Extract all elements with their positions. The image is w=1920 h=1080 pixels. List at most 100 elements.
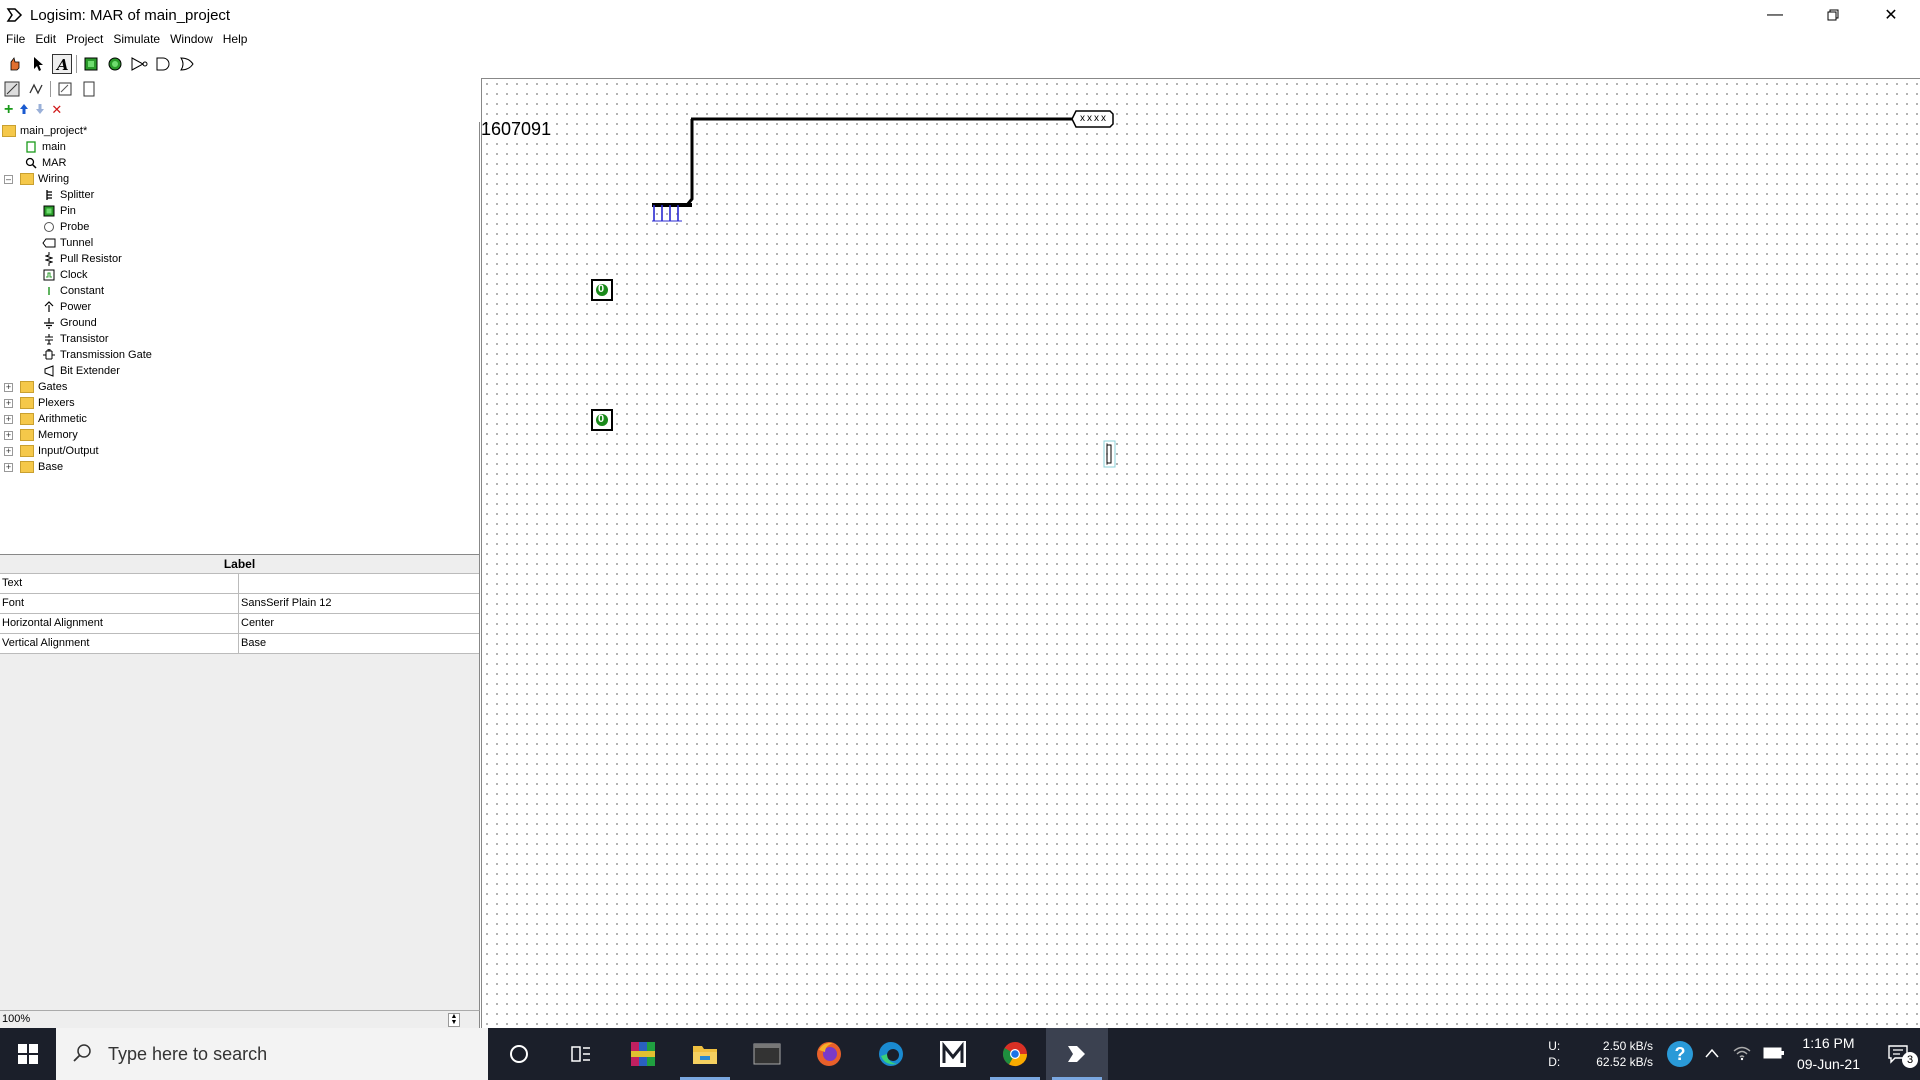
expand-input-output-icon[interactable]: + [4,447,13,456]
tree-item-constant[interactable]: Constant [42,283,104,299]
menu-edit[interactable]: Edit [31,32,60,46]
pin-1-value: 0 [598,283,605,295]
tunnel-icon [42,236,56,250]
add-circuit-icon[interactable]: + [4,102,13,118]
menu-file[interactable]: File [2,32,29,46]
tree-folder-wiring[interactable]: Wiring [20,171,69,187]
tree-folder-input-output[interactable]: Input/Output [20,443,99,459]
logisim-taskbar-icon[interactable] [1046,1028,1108,1080]
tree-item-pull-resistor[interactable]: Pull Resistor [42,251,122,267]
cortana-icon[interactable] [488,1028,550,1080]
tree-item-clock[interactable]: Clock [42,267,88,283]
expand-memory-icon[interactable]: + [4,431,13,440]
folder-icon [20,173,34,185]
not-gate-icon[interactable] [129,54,149,74]
zoom-spinner-icon[interactable]: ▲ ▼ [448,1013,460,1027]
collapse-wiring-icon[interactable]: – [4,175,13,184]
pin-icon [42,204,56,218]
toolbox-view-icon[interactable] [2,79,22,99]
expand-arithmetic-icon[interactable]: + [4,415,13,424]
tree-folder-gates[interactable]: Gates [20,379,67,395]
edit-layout-icon[interactable] [55,79,75,99]
tree-folder-memory[interactable]: Memory [20,427,78,443]
taskbar-search-box[interactable]: Type here to search [56,1028,488,1080]
menu-project[interactable]: Project [62,32,107,46]
attr-row-horizontal-alignment[interactable]: Horizontal Alignment Center [0,614,479,634]
tree-item-pin[interactable]: Pin [42,203,76,219]
item-label: Pull Resistor [60,253,122,265]
attr-row-text[interactable]: Text [0,574,479,594]
attr-key: Font [0,594,239,613]
chrome-icon[interactable] [984,1028,1046,1080]
battery-icon[interactable] [1763,1047,1785,1062]
tree-item-bit-extender[interactable]: Bit Extender [42,363,120,379]
probe-icon [42,220,56,234]
task-view-icon[interactable] [550,1028,612,1080]
selected-label-marker[interactable] [1103,440,1116,468]
firefox-icon[interactable] [798,1028,860,1080]
expand-plexers-icon[interactable]: + [4,399,13,408]
or-gate-icon[interactable] [177,54,197,74]
tree-project-root[interactable]: main_project* [2,123,87,139]
folder-icon [20,445,34,457]
tree-item-tunnel[interactable]: Tunnel [42,235,93,251]
add-output-pin-icon[interactable] [105,54,125,74]
zoom-bar: 100% ▲ ▼ [0,1010,480,1028]
tree-item-transmission-gate[interactable]: Transmission Gate [42,347,152,363]
item-label: Probe [60,221,90,233]
edit-appearance-icon[interactable] [79,79,99,99]
attr-value-font[interactable]: SansSerif Plain 12 [239,594,479,613]
tree-folder-plexers[interactable]: Plexers [20,395,75,411]
m-app-icon[interactable] [922,1028,984,1080]
chevron-up-icon[interactable] [1705,1047,1719,1061]
attribute-panel: Label Text Font SansSerif Plain 12 Horiz… [0,554,480,1010]
poke-tool-icon[interactable] [4,54,24,74]
move-up-icon[interactable] [19,103,29,118]
taskbar-clock[interactable]: 1:16 PM 09-Jun-21 [1797,1033,1860,1075]
menu-window[interactable]: Window [166,32,217,46]
select-tool-icon[interactable] [28,54,48,74]
edge-icon[interactable] [860,1028,922,1080]
windows-start-icon[interactable] [0,1028,56,1080]
minimize-icon[interactable]: — [1746,0,1804,30]
circuit-canvas[interactable]: 1607091 xxxx 0 0 [481,78,1920,1028]
tree-item-splitter[interactable]: Splitter [42,187,94,203]
attr-value-text[interactable] [239,574,479,593]
tree-folder-arithmetic[interactable]: Arithmetic [20,411,87,427]
menu-simulate[interactable]: Simulate [109,32,164,46]
tree-circuit-main[interactable]: main [24,139,66,155]
attr-value-valign[interactable]: Base [239,634,479,653]
tree-item-ground[interactable]: Ground [42,315,97,331]
tree-item-power[interactable]: Power [42,299,91,315]
tree-folder-base[interactable]: Base [20,459,63,475]
tree-item-probe[interactable]: Probe [42,219,89,235]
move-down-icon[interactable] [35,103,45,118]
text-tool-icon[interactable]: A [52,54,72,74]
add-pin-icon[interactable] [81,54,101,74]
terminal-app-icon[interactable] [736,1028,798,1080]
wire[interactable] [685,119,694,206]
tree-item-transistor[interactable]: Transistor [42,331,109,347]
expand-gates-icon[interactable]: + [4,383,13,392]
attr-value-halign[interactable]: Center [239,614,479,633]
and-gate-icon[interactable] [153,54,173,74]
toolbar-separator [76,55,77,73]
project-name: main_project* [20,125,88,137]
wifi-icon[interactable] [1733,1045,1751,1064]
menu-help[interactable]: Help [219,32,252,46]
zoom-value[interactable]: 100% [2,1013,30,1025]
expand-base-icon[interactable]: + [4,463,13,472]
pin-2-value: 0 [598,413,605,425]
simulation-view-icon[interactable] [26,79,46,99]
attr-row-vertical-alignment[interactable]: Vertical Alignment Base [0,634,479,654]
splitter-component[interactable] [652,203,692,222]
notification-icon[interactable]: 3 [1876,1044,1920,1068]
restore-icon[interactable] [1804,0,1862,30]
tree-circuit-mar[interactable]: MAR [24,155,66,171]
help-icon[interactable]: ? [1666,1041,1693,1067]
file-explorer-icon[interactable] [674,1028,736,1080]
delete-circuit-icon[interactable]: ✕ [51,103,62,116]
close-icon[interactable]: ✕ [1862,0,1920,30]
winrar-app-icon[interactable] [612,1028,674,1080]
attr-row-font[interactable]: Font SansSerif Plain 12 [0,594,479,614]
